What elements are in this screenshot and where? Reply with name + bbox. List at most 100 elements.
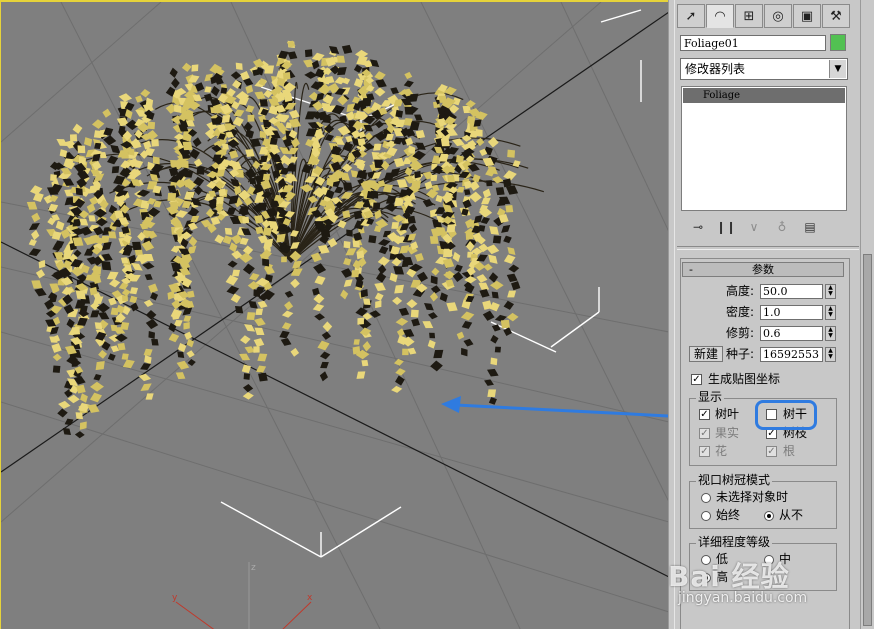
utilities-tab-hammer-icon[interactable]: ⚒	[822, 4, 850, 28]
leaf	[353, 64, 363, 73]
flowers-checkbox[interactable]: ✓	[699, 446, 710, 457]
motion-tab-icon[interactable]: ◎	[764, 4, 792, 28]
trunk-highlight-callout	[755, 400, 817, 430]
leaf	[488, 397, 497, 405]
chevron-down-icon[interactable]: ▼	[829, 60, 846, 78]
canopy-always-radio[interactable]	[701, 511, 711, 521]
leaf	[80, 393, 88, 403]
canopy-unselected-radio[interactable]	[701, 493, 711, 503]
height-label: 高度:	[725, 284, 754, 298]
object-color-swatch[interactable]	[830, 34, 846, 51]
leaf	[378, 246, 389, 255]
leaf	[286, 40, 296, 48]
leaf	[503, 235, 512, 244]
scrollbar-thumb[interactable]	[863, 254, 872, 626]
leaf	[91, 119, 105, 129]
annotation-arrow	[441, 396, 668, 418]
display-tab-icon[interactable]: ▣	[793, 4, 821, 28]
leaf	[176, 360, 190, 370]
leaf	[368, 235, 377, 244]
leaf	[356, 371, 366, 379]
height-input[interactable]: 50.0	[760, 284, 823, 299]
leaf	[374, 292, 384, 301]
leaf	[353, 339, 360, 345]
leaf	[427, 312, 438, 320]
height-spinner[interactable]: ▲ ▼	[825, 284, 836, 299]
leaf	[118, 93, 133, 102]
leaf	[378, 239, 391, 247]
leaf	[507, 246, 516, 256]
leaf	[404, 71, 413, 80]
configure-modifier-sets-icon[interactable]: ▤	[799, 220, 821, 234]
leaf	[107, 353, 116, 361]
leaf	[98, 349, 108, 359]
leaf	[452, 251, 461, 263]
leaf	[508, 264, 520, 273]
leaf	[443, 270, 456, 280]
leaf	[377, 256, 390, 267]
leaf	[145, 309, 157, 320]
perspective-viewport[interactable]: z y x	[0, 0, 668, 629]
leaf	[74, 431, 85, 439]
view-axis-gizmo: z y x	[172, 562, 313, 629]
leaf	[390, 87, 399, 95]
fruit-checkbox[interactable]: ✓	[699, 428, 710, 439]
leaf	[433, 349, 444, 359]
show-end-result-icon[interactable]: ❙❙	[715, 220, 737, 234]
leaf	[429, 332, 436, 339]
density-input[interactable]: 1.0	[760, 305, 823, 320]
hierarchy-tab-icon[interactable]: ⊞	[735, 4, 763, 28]
prune-input[interactable]: 0.6	[760, 326, 823, 341]
leaf	[362, 341, 372, 352]
leaf	[461, 347, 468, 357]
object-name-field[interactable]: Foliage01	[680, 35, 826, 51]
leaf	[290, 347, 300, 357]
stack-item-foliage[interactable]: Foliage	[683, 88, 845, 103]
prune-spinner[interactable]: ▲ ▼	[825, 326, 836, 341]
density-spinner[interactable]: ▲ ▼	[825, 305, 836, 320]
leaf	[287, 51, 298, 60]
leaf	[408, 223, 418, 234]
leaf	[398, 307, 410, 316]
leaf	[230, 293, 241, 303]
modifier-stack[interactable]: Foliage	[681, 86, 847, 211]
leaf	[184, 331, 193, 340]
gen-map-coords-checkbox[interactable]: ✓	[691, 374, 702, 385]
modify-tab-arc-icon[interactable]: ◠	[706, 4, 734, 28]
modifier-list-dropdown[interactable]: 修改器列表 ▼	[680, 58, 848, 80]
remove-modifier-icon[interactable]: ♁	[771, 220, 793, 234]
fruit-label: 果实	[715, 426, 740, 440]
parameters-rollout-header[interactable]: - 参数	[682, 262, 844, 277]
seed-spinner[interactable]: ▲ ▼	[825, 347, 836, 362]
leaf	[235, 62, 243, 71]
leaf	[490, 334, 499, 344]
leaf	[129, 295, 138, 304]
leaf	[31, 212, 41, 223]
leaf	[52, 353, 62, 362]
seed-input[interactable]: 16592553	[760, 347, 823, 362]
command-panel-tabs: ➚ ◠ ⊞ ◎ ▣ ⚒	[677, 4, 850, 28]
leaves-checkbox[interactable]: ✓	[699, 409, 710, 420]
leaf	[431, 267, 440, 276]
leaf	[204, 86, 212, 93]
leaf	[460, 311, 475, 321]
command-panel-scrollbar[interactable]	[860, 0, 874, 629]
roots-checkbox[interactable]: ✓	[766, 446, 777, 457]
leaf	[487, 368, 499, 377]
leaf	[341, 44, 353, 54]
leaf	[138, 373, 152, 382]
new-seed-button[interactable]: 新建	[689, 346, 723, 362]
home-grid-axes	[1, 11, 668, 578]
leaf	[28, 239, 37, 247]
canopy-never-radio[interactable]	[764, 511, 774, 521]
viewport-canvas[interactable]: z y x	[1, 2, 668, 629]
create-tab-cursor-icon[interactable]: ➚	[677, 4, 705, 28]
make-unique-icon[interactable]: ∨	[743, 220, 765, 234]
pin-stack-icon[interactable]: ⊸	[687, 220, 709, 234]
leaf	[227, 260, 238, 268]
leaf	[507, 149, 516, 158]
leaf	[281, 310, 294, 318]
willow-tree-foliage[interactable]	[24, 38, 545, 439]
leaf	[319, 351, 331, 360]
leaf	[314, 313, 325, 321]
